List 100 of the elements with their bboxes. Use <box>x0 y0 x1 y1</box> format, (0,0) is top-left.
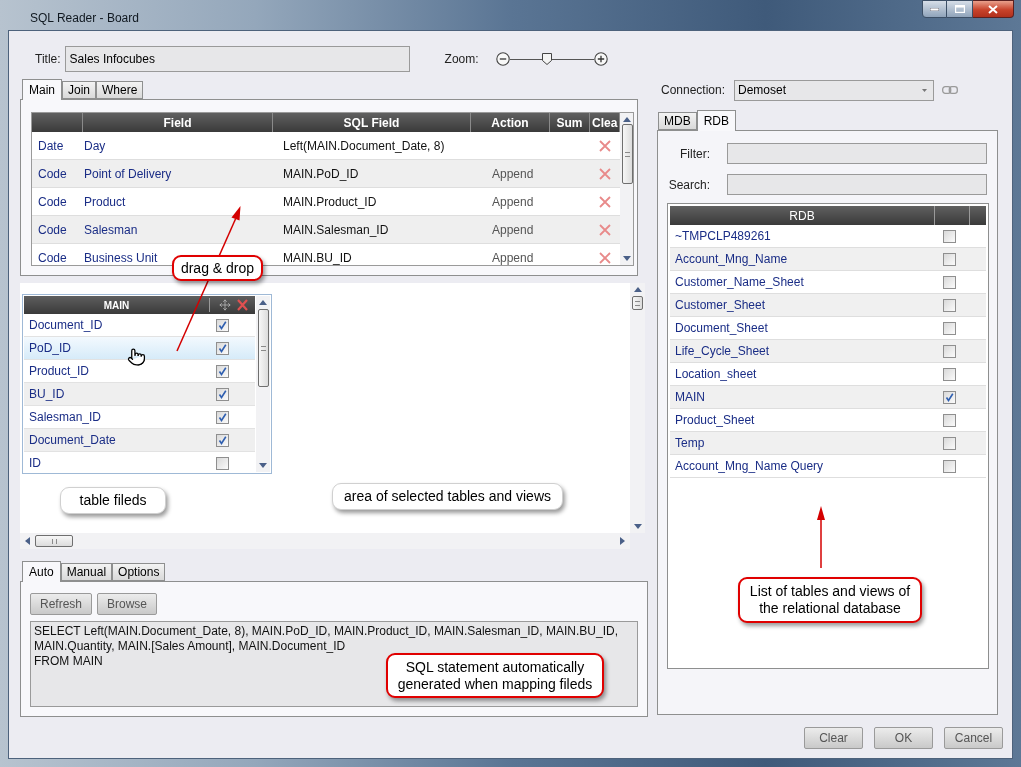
checkbox[interactable] <box>943 367 956 381</box>
widget-header[interactable]: MAIN <box>24 296 255 314</box>
x-mark-icon[interactable] <box>599 251 611 264</box>
tab[interactable]: Options <box>112 563 166 581</box>
table-cell-text: Code <box>37 221 68 239</box>
table-row[interactable]: MAIN <box>670 386 986 409</box>
checkbox[interactable] <box>943 459 956 473</box>
checkbox[interactable] <box>216 318 229 332</box>
field-name: BU_ID <box>28 386 65 403</box>
tab[interactable]: Main <box>22 79 62 100</box>
x-mark-icon[interactable] <box>599 195 611 208</box>
checkbox[interactable] <box>943 252 956 266</box>
tab[interactable]: Where <box>96 81 144 99</box>
table-name: Customer_Name_Sheet <box>674 274 805 291</box>
annotation-callout: List of tables and views of the relational database <box>738 577 922 623</box>
table-cell-text: MAIN.BU_ID <box>283 249 352 265</box>
button[interactable]: Refresh <box>30 593 93 615</box>
table-cell-text: Salesman <box>84 221 138 239</box>
minimize-button[interactable] <box>922 0 947 18</box>
tab[interactable]: Manual <box>60 563 113 581</box>
up-arrow-icon[interactable] <box>633 287 642 292</box>
checkbox[interactable] <box>216 387 229 401</box>
down-arrow-icon[interactable] <box>259 463 267 468</box>
up-arrow-icon[interactable] <box>623 117 631 122</box>
right-arrow-icon[interactable] <box>620 537 625 545</box>
table-cell-text: Append <box>492 193 534 211</box>
zoom-in-icon[interactable] <box>593 52 608 66</box>
checkbox[interactable] <box>216 433 229 447</box>
checkbox[interactable] <box>943 413 956 427</box>
field-row[interactable]: BU_ID <box>24 383 255 406</box>
caret-icon[interactable] <box>922 88 927 92</box>
tab[interactable]: RDB <box>696 110 736 131</box>
down-arrow-icon[interactable] <box>623 256 631 261</box>
connection-label: Connection: <box>661 82 727 99</box>
connection-dropdown[interactable]: Demoset <box>734 79 934 101</box>
table-row[interactable]: Account_Mng_Name <box>670 248 986 271</box>
checkbox[interactable] <box>943 275 956 289</box>
search-input[interactable] <box>727 174 987 195</box>
table-row[interactable]: Customer_Sheet <box>670 294 986 317</box>
table-row[interactable]: Temp <box>670 432 986 455</box>
hand-cursor-icon <box>127 346 146 368</box>
grid-row[interactable]: Code Point of Delivery MAIN.PoD_ID Append <box>32 160 620 188</box>
vertical-scrollbar[interactable] <box>256 296 270 472</box>
scroll-thumb[interactable] <box>632 296 643 310</box>
checkbox[interactable] <box>943 344 956 358</box>
table-row[interactable]: Life_Cycle_Sheet <box>670 340 986 363</box>
annotation-callout: SQL statement automatically generated when mapping fileds <box>386 653 604 698</box>
widget-title: MAIN <box>102 298 131 313</box>
checkbox[interactable] <box>943 298 956 312</box>
scroll-thumb[interactable] <box>257 309 269 387</box>
field-name: ID <box>28 455 41 472</box>
checkbox[interactable] <box>216 364 229 378</box>
table-widget[interactable]: MAIN Document_ID PoD_ID Product_ID BU_ID Salesman_ID Document_Date ID <box>22 294 272 474</box>
table-name: Customer_Sheet <box>674 297 767 314</box>
maximize-button[interactable] <box>947 0 973 18</box>
title-input[interactable]: Sales Infocubes <box>64 46 410 72</box>
filter-input[interactable] <box>727 143 987 164</box>
checkbox[interactable] <box>216 410 229 424</box>
button[interactable]: OK <box>874 727 933 749</box>
close-button[interactable] <box>973 0 1014 18</box>
checkbox[interactable] <box>943 436 956 450</box>
table-name: Product_Sheet <box>674 412 756 429</box>
table-cell-text: MAIN.Salesman_ID <box>283 221 389 239</box>
button[interactable]: Clear <box>804 727 863 749</box>
table-cell-text: Product <box>84 193 126 211</box>
tab[interactable]: MDB <box>658 112 697 130</box>
vertical-scrollbar[interactable] <box>620 113 633 265</box>
field-row[interactable]: PoD_ID <box>24 337 255 360</box>
table-cell-text: Left(MAIN.Document_Date, 8) <box>283 137 445 155</box>
checkbox[interactable] <box>216 341 229 355</box>
checkbox[interactable] <box>943 390 956 404</box>
button[interactable]: Cancel <box>944 727 1003 749</box>
checkbox[interactable] <box>216 456 229 470</box>
down-arrow-icon[interactable] <box>633 524 642 529</box>
x-mark-icon[interactable] <box>599 139 611 152</box>
search-label: Search: <box>667 176 710 194</box>
up-arrow-icon[interactable] <box>259 300 267 305</box>
move-icon[interactable] <box>219 299 231 311</box>
table-cell-text: Append <box>492 165 534 183</box>
tab[interactable]: Auto <box>22 561 61 582</box>
checkbox[interactable] <box>943 321 956 335</box>
maximize-icon <box>954 5 965 13</box>
slider-thumb[interactable] <box>542 53 553 65</box>
x-mark-icon[interactable] <box>237 299 248 311</box>
left-arrow-icon[interactable] <box>25 537 30 545</box>
scroll-thumb[interactable] <box>35 535 73 547</box>
grid-row[interactable]: Code Salesman MAIN.Salesman_ID Append <box>32 216 620 244</box>
field-row[interactable]: Document_Date <box>24 429 255 452</box>
checkbox[interactable] <box>943 229 956 243</box>
horizontal-scrollbar[interactable] <box>20 533 630 549</box>
table-name: Document_Sheet <box>674 320 769 337</box>
field-name: PoD_ID <box>28 340 72 357</box>
annotation-callout: area of selected tables and views <box>332 483 563 510</box>
button[interactable]: Browse <box>97 593 158 615</box>
vertical-scrollbar[interactable] <box>630 283 645 533</box>
zoom-out-icon[interactable] <box>495 52 510 66</box>
table-cell-text: MAIN.PoD_ID <box>283 165 359 183</box>
tab[interactable]: Join <box>62 81 97 99</box>
scroll-thumb[interactable] <box>621 124 633 184</box>
link-icon[interactable] <box>942 86 958 94</box>
